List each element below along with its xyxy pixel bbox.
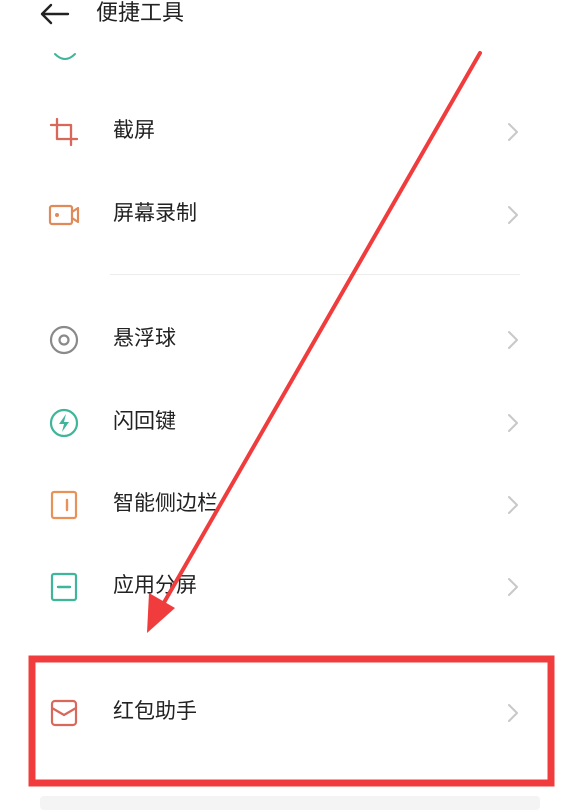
video-icon	[48, 204, 80, 226]
list-item-label: 屏幕录制	[113, 201, 197, 225]
chevron-right-icon	[508, 206, 518, 224]
list-item-label: 闪回键	[113, 409, 176, 433]
bottom-bar	[40, 796, 540, 810]
list-item-label: 红包助手	[113, 699, 197, 723]
list-item-screen-record[interactable]: 屏幕录制	[0, 179, 583, 249]
list-item-screenshot[interactable]: 截屏	[0, 96, 583, 166]
list-item-floating-ball[interactable]: 悬浮球	[0, 304, 583, 374]
page-title: 便捷工具	[96, 1, 185, 26]
list-item-label: 截屏	[113, 118, 155, 142]
crop-icon	[49, 117, 79, 147]
list-item-label: 应用分屏	[113, 573, 197, 597]
header-bar: 便捷工具	[0, 0, 583, 34]
chevron-right-icon	[508, 578, 518, 596]
section-divider	[110, 274, 520, 275]
list-item-label: 悬浮球	[113, 326, 176, 350]
list-item-smart-sidebar[interactable]: 智能侧边栏	[0, 469, 583, 539]
chevron-right-icon	[508, 414, 518, 432]
list-item-split-screen[interactable]: 应用分屏	[0, 551, 583, 621]
list-item-label: 智能侧边栏	[113, 491, 218, 515]
circle-dot-icon	[49, 325, 79, 355]
lightning-icon	[49, 408, 79, 438]
chevron-right-icon	[508, 123, 518, 141]
arrow-left-icon[interactable]	[38, 0, 72, 28]
list-item-red-packet[interactable]: 红包助手	[0, 677, 583, 747]
chevron-right-icon	[508, 704, 518, 722]
sidebar-icon	[50, 490, 78, 520]
split-screen-icon	[50, 572, 78, 602]
list-item-flash-key[interactable]: 闪回键	[0, 387, 583, 457]
chevron-right-icon	[508, 331, 518, 349]
chevron-right-icon	[508, 496, 518, 514]
partial-icon	[54, 53, 76, 60]
envelope-icon	[50, 699, 78, 727]
